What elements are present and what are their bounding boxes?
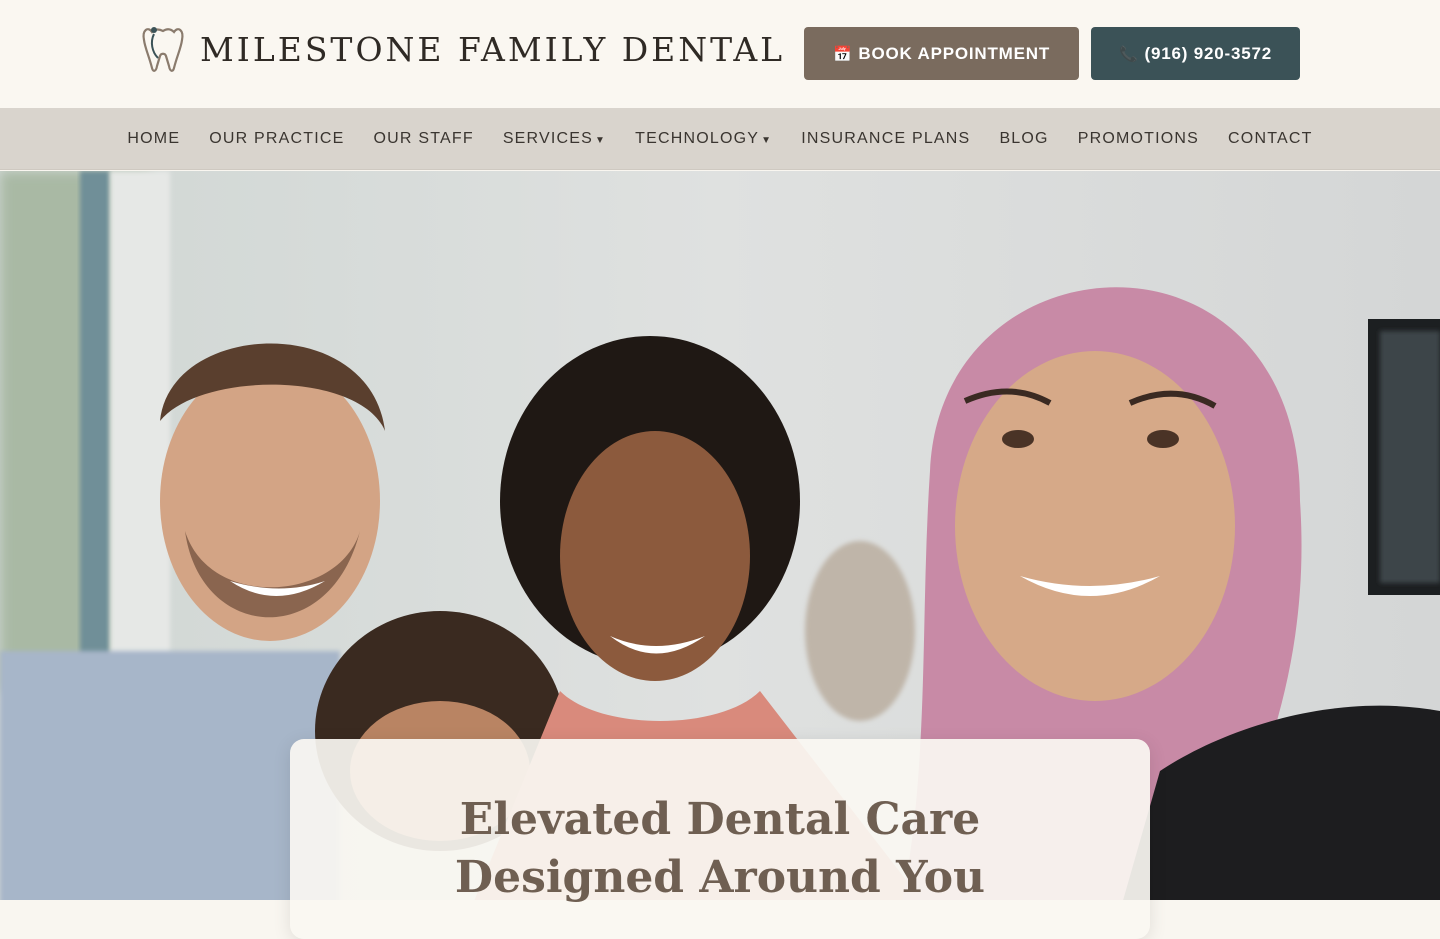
phone-icon: 📞 <box>1119 45 1139 63</box>
nav-item-technology[interactable]: TECHNOLOGY ▼ <box>635 130 772 148</box>
logo[interactable]: MILESTONE FAMILY DENTAL <box>140 22 785 76</box>
hero-card: Elevated Dental Care Designed Around You <box>290 739 1150 939</box>
nav-item-insurance-plans[interactable]: INSURANCE PLANS <box>801 130 970 148</box>
phone-button[interactable]: 📞 (916) 920-3572 <box>1091 27 1300 80</box>
nav-item-label: OUR PRACTICE <box>209 129 345 147</box>
book-appointment-button[interactable]: 📅 BOOK APPOINTMENT <box>804 27 1079 80</box>
main-nav: HOME OUR PRACTICE OUR STAFF SERVICES ▼ TE… <box>0 108 1440 170</box>
nav-item-label: PROMOTIONS <box>1077 129 1200 147</box>
nav-item-label: SERVICES <box>502 129 594 147</box>
nav-item-label: INSURANCE PLANS <box>801 129 971 147</box>
caret-down-icon: ▼ <box>595 134 607 146</box>
nav-item-services[interactable]: SERVICES ▼ <box>503 130 606 148</box>
calendar-icon: 📅 <box>832 45 853 63</box>
book-appointment-label: BOOK APPOINTMENT <box>858 43 1051 63</box>
hero-title: Elevated Dental Care Designed Around You <box>454 794 986 903</box>
nav-item-label: TECHNOLOGY <box>635 129 760 147</box>
site-header: MILESTONE FAMILY DENTAL 📅 BOOK APPOINTME… <box>0 0 1440 108</box>
nav-item-contact[interactable]: CONTACT <box>1228 130 1313 148</box>
nav-item-our-practice[interactable]: OUR PRACTICE <box>209 130 344 148</box>
nav-item-promotions[interactable]: PROMOTIONS <box>1078 130 1199 148</box>
nav-item-our-staff[interactable]: OUR STAFF <box>374 130 474 148</box>
logo-text: MILESTONE FAMILY DENTAL <box>200 29 786 69</box>
nav-item-label: CONTACT <box>1228 129 1313 147</box>
nav-item-label: HOME <box>127 129 181 147</box>
phone-label: (916) 920-3572 <box>1144 43 1272 63</box>
nav-item-label: OUR STAFF <box>373 129 474 147</box>
tooth-logo-icon <box>142 27 184 72</box>
nav-item-home[interactable]: HOME <box>127 130 180 148</box>
nav-item-label: BLOG <box>999 129 1049 147</box>
nav-item-blog[interactable]: BLOG <box>999 130 1048 148</box>
caret-down-icon: ▼ <box>761 134 773 146</box>
